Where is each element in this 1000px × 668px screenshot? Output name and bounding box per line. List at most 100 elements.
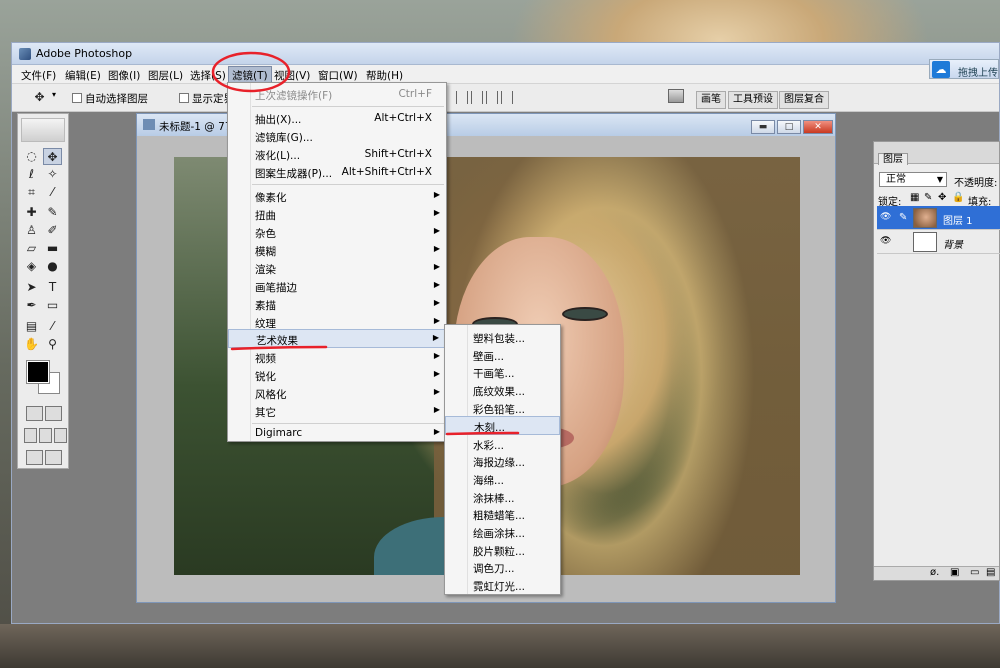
submenu-item-fresco[interactable]: 壁画... (445, 346, 560, 364)
screen-mode-full-button[interactable] (54, 428, 67, 443)
menu-view[interactable]: 视图(V) (274, 68, 310, 83)
menu-item-blur[interactable]: 模糊 ▶ (228, 241, 446, 259)
submenu-item-cutout[interactable]: 木刻... (445, 416, 560, 435)
layer-row[interactable]: 👁 ✎ 图层 1 (877, 206, 1000, 230)
eyedropper-icon[interactable]: ⁄ (43, 318, 62, 335)
submenu-item-underpainting[interactable]: 底纹效果... (445, 381, 560, 399)
eye-icon[interactable]: 👁 (880, 236, 892, 246)
path-select-icon[interactable]: ➤ (22, 279, 41, 296)
align-left-icon[interactable] (456, 91, 468, 104)
quick-mask-button[interactable] (45, 406, 62, 421)
menu-window[interactable]: 窗口(W) (318, 68, 358, 83)
blur-icon[interactable]: ◈ (22, 258, 41, 275)
history-brush-icon[interactable]: ✐ (43, 222, 62, 239)
palette-tab-brushes[interactable]: 画笔 (696, 91, 726, 109)
crop-icon[interactable]: ⌗ (22, 184, 41, 201)
submenu-item-rough-pastels[interactable]: 粗糙蜡笔... (445, 505, 560, 523)
menu-item-sharpen[interactable]: 锐化 ▶ (228, 366, 446, 384)
lock-transparent-icon[interactable]: ▦ (910, 192, 919, 203)
new-layer-icon[interactable]: ▣ (950, 567, 959, 578)
menu-item-video[interactable]: 视频 ▶ (228, 348, 446, 366)
submenu-item-colored-pencil[interactable]: 彩色铅笔... (445, 399, 560, 417)
menu-item-pixelate[interactable]: 像素化 ▶ (228, 187, 446, 205)
trash-icon[interactable]: ▤ (986, 567, 995, 578)
maximize-button[interactable]: □ (777, 120, 801, 134)
lock-move-icon[interactable]: ✥ (938, 192, 946, 203)
zoom-icon[interactable]: ⚲ (43, 336, 62, 353)
tab-layers[interactable]: 图层 (878, 153, 908, 165)
menu-item-artistic[interactable]: 艺术效果 ▶ (228, 329, 446, 348)
lock-paint-icon[interactable]: ✎ (924, 192, 932, 203)
new-group-icon[interactable]: ▭ (970, 567, 979, 578)
submenu-item-neon-glow[interactable]: 霓虹灯光... (445, 576, 560, 594)
edit-in-imageready-button[interactable] (45, 450, 62, 465)
menu-item-pattern-maker[interactable]: 图案生成器(P)... Alt+Shift+Ctrl+X (228, 163, 446, 181)
type-icon[interactable]: T (43, 279, 62, 296)
menu-item-brush-strokes[interactable]: 画笔描边 ▶ (228, 277, 446, 295)
auto-select-checkbox[interactable] (72, 93, 82, 103)
standard-mode-button[interactable] (26, 406, 43, 421)
printer-icon[interactable] (668, 89, 684, 103)
hand-icon[interactable]: ✋ (22, 336, 41, 353)
magic-wand-icon[interactable]: ✧ (43, 166, 62, 183)
gradient-icon[interactable]: ▬ (43, 240, 62, 257)
dodge-icon[interactable]: ● (43, 258, 62, 275)
marquee-icon[interactable]: ◌ (22, 148, 41, 165)
menu-layer[interactable]: 图层(L) (148, 68, 183, 83)
screen-mode-standard-button[interactable] (24, 428, 37, 443)
slice-icon[interactable]: ⁄ (43, 184, 62, 201)
lasso-icon[interactable]: ℓ (22, 166, 41, 183)
menu-item-extract[interactable]: 抽出(X)... Alt+Ctrl+X (228, 109, 446, 127)
layer-row[interactable]: 👁 背景 (877, 230, 1000, 254)
menu-edit[interactable]: 编辑(E) (65, 68, 101, 83)
menu-item-sketch[interactable]: 素描 ▶ (228, 295, 446, 313)
foreground-color-swatch[interactable] (26, 360, 50, 384)
submenu-item-dry-brush[interactable]: 干画笔... (445, 363, 560, 381)
chevron-down-icon[interactable]: ▾ (52, 90, 56, 99)
submenu-item-palette-knife[interactable]: 调色刀... (445, 558, 560, 576)
submenu-item-watercolor[interactable]: 水彩... (445, 435, 560, 453)
move-tool-icon[interactable]: ✥ (43, 148, 62, 165)
pen-icon[interactable]: ✒ (22, 297, 41, 314)
cloud-upload-button[interactable]: ☁ 拖拽上传 (929, 59, 999, 79)
show-transform-checkbox[interactable] (179, 93, 189, 103)
menu-image[interactable]: 图像(I) (108, 68, 140, 83)
submenu-item-poster-edges[interactable]: 海报边缘... (445, 452, 560, 470)
menu-file[interactable]: 文件(F) (21, 68, 56, 83)
menu-item-stylize[interactable]: 风格化 ▶ (228, 384, 446, 402)
menu-help[interactable]: 帮助(H) (366, 68, 403, 83)
move-tool-icon[interactable]: ✥ (30, 89, 49, 106)
distribute-icon[interactable] (501, 91, 513, 104)
submenu-item-plastic-wrap[interactable]: 塑料包装... (445, 328, 560, 346)
submenu-item-smudge-stick[interactable]: 涂抹棒... (445, 488, 560, 506)
healing-brush-icon[interactable]: ✚ (22, 204, 41, 221)
screen-mode-full-menu-button[interactable] (39, 428, 52, 443)
menu-item-liquify[interactable]: 液化(L)... Shift+Ctrl+X (228, 145, 446, 163)
submenu-item-paint-daubs[interactable]: 绘画涂抹... (445, 523, 560, 541)
align-center-icon[interactable] (471, 91, 483, 104)
stamp-icon[interactable]: ♙ (22, 222, 41, 239)
menu-item-filter-gallery[interactable]: 滤镜库(G)... (228, 127, 446, 145)
menu-item-render[interactable]: 渲染 ▶ (228, 259, 446, 277)
menu-item-distort[interactable]: 扭曲 ▶ (228, 205, 446, 223)
menu-select[interactable]: 选择(S) (190, 68, 226, 83)
shape-icon[interactable]: ▭ (43, 297, 62, 314)
align-right-icon[interactable] (486, 91, 498, 104)
palette-tab-layer-comps[interactable]: 图层复合 (779, 91, 829, 109)
eraser-icon[interactable]: ▱ (22, 240, 41, 257)
close-button[interactable]: ✕ (803, 120, 833, 134)
menu-item-noise[interactable]: 杂色 ▶ (228, 223, 446, 241)
layer-style-icon[interactable]: ø. (930, 567, 939, 578)
minimize-button[interactable]: ▬ (751, 120, 775, 134)
brush-icon[interactable]: ✎ (43, 204, 62, 221)
menu-item-digimarc[interactable]: Digimarc ▶ (228, 424, 446, 442)
submenu-item-film-grain[interactable]: 胶片颗粒... (445, 541, 560, 559)
menu-item-other[interactable]: 其它 ▶ (228, 402, 446, 420)
lock-all-icon[interactable]: 🔒 (952, 192, 964, 203)
submenu-item-sponge[interactable]: 海绵... (445, 470, 560, 488)
blend-mode-select[interactable]: 正常 ▼ (879, 172, 947, 187)
jump-to-imageready-button[interactable] (26, 450, 43, 465)
notes-icon[interactable]: ▤ (22, 318, 41, 335)
palette-tab-tool-presets[interactable]: 工具预设 (728, 91, 778, 109)
eye-icon[interactable]: 👁 (880, 212, 892, 222)
